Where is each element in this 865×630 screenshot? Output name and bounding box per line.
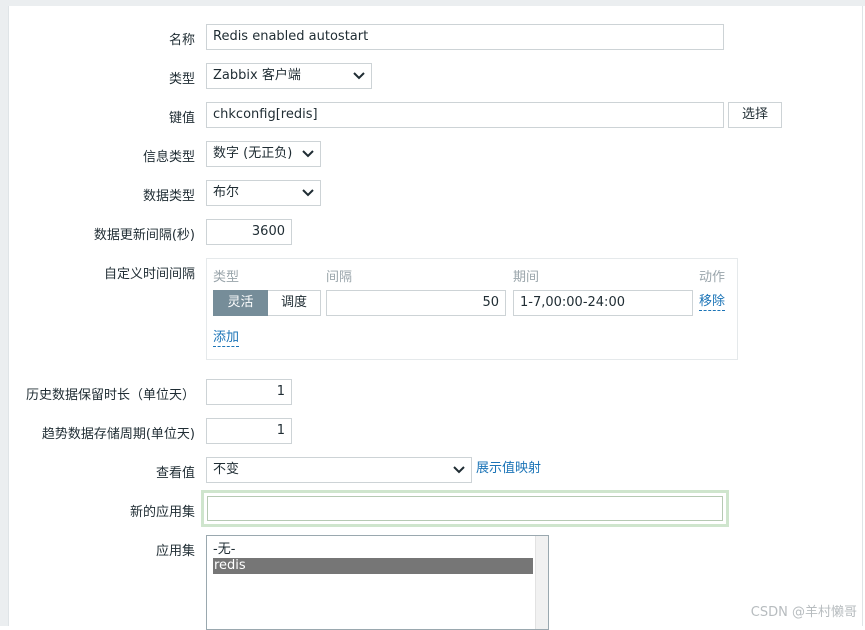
- remove-link[interactable]: 移除: [699, 294, 726, 311]
- top-bar: [0, 0, 865, 6]
- flex-interval-input[interactable]: 50: [326, 290, 506, 316]
- history-label: 历史数据保留时长（单位天）: [25, 388, 195, 403]
- key-label: 键值: [168, 111, 195, 126]
- chevron-down-icon: [302, 142, 314, 166]
- new-application-input[interactable]: [201, 490, 729, 527]
- chevron-down-icon: [353, 64, 365, 88]
- update-interval-input[interactable]: 3600: [206, 219, 292, 245]
- new-application-input-border: [207, 496, 723, 521]
- info-type-select[interactable]: 数字 (无正负): [206, 141, 321, 167]
- applications-label: 应用集: [155, 544, 195, 559]
- custom-intervals-label: 自定义时间间隔: [103, 267, 195, 282]
- data-type-select-value: 布尔: [213, 185, 240, 200]
- mode-flexible-button[interactable]: 灵活: [213, 290, 268, 316]
- header-action: 动作: [699, 270, 726, 285]
- data-type-select[interactable]: 布尔: [206, 180, 321, 206]
- name-input[interactable]: Redis enabled autostart: [206, 24, 724, 50]
- value-mapping-link[interactable]: 展示值映射: [476, 461, 541, 477]
- update-interval-label: 数据更新间隔(秒): [93, 228, 195, 243]
- application-option-redis[interactable]: redis: [213, 558, 533, 574]
- select-key-button[interactable]: 选择: [728, 102, 782, 128]
- type-select[interactable]: Zabbix 客户端: [206, 63, 372, 89]
- data-type-label: 数据类型: [142, 189, 195, 204]
- application-option-none[interactable]: -无-: [213, 542, 235, 558]
- info-type-label: 信息类型: [142, 150, 195, 165]
- info-type-select-value: 数字 (无正负): [213, 146, 293, 161]
- flex-period-input[interactable]: 1-7,00:00-24:00: [513, 290, 693, 316]
- history-input[interactable]: 1: [206, 379, 292, 405]
- mode-scheduling-button[interactable]: 调度: [268, 290, 321, 316]
- header-type: 类型: [213, 270, 240, 285]
- type-select-value: Zabbix 客户端: [213, 68, 301, 83]
- listbox-scrollbar[interactable]: [535, 536, 548, 629]
- show-value-label: 查看值: [155, 466, 195, 481]
- left-sidebar-edge: [0, 6, 9, 626]
- header-period: 期间: [513, 270, 540, 285]
- applications-listbox[interactable]: -无- redis: [206, 535, 549, 630]
- chevron-down-icon: [302, 181, 314, 205]
- new-application-label: 新的应用集: [129, 505, 195, 520]
- show-value-select-value: 不变: [213, 462, 240, 477]
- chevron-down-icon: [453, 458, 465, 482]
- trends-label: 趋势数据存储周期(单位天): [41, 427, 195, 442]
- watermark: CSDN @羊村懒哥: [750, 605, 857, 620]
- type-label: 类型: [168, 72, 195, 87]
- header-interval: 间隔: [326, 270, 353, 285]
- add-interval-link[interactable]: 添加: [213, 330, 240, 347]
- key-input[interactable]: chkconfig[redis]: [206, 102, 724, 128]
- right-border: [862, 6, 863, 626]
- show-value-select[interactable]: 不变: [206, 457, 472, 483]
- trends-input[interactable]: 1: [206, 418, 292, 444]
- name-label: 名称: [168, 33, 195, 48]
